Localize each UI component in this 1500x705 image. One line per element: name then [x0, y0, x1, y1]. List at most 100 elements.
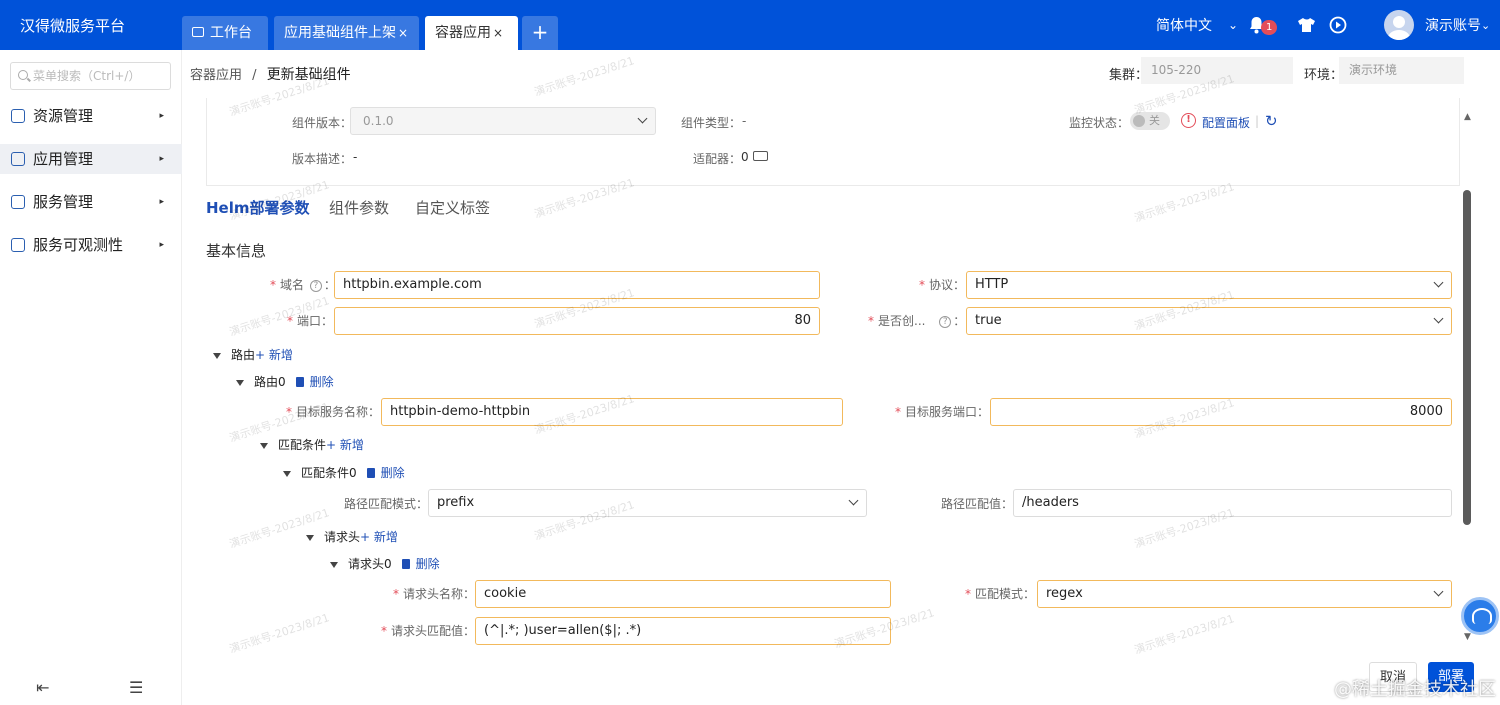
- tab-workbench[interactable]: 工作台: [182, 16, 268, 50]
- domain-input[interactable]: httpbin.example.com: [334, 271, 820, 299]
- delete-match0-button[interactable]: 删除: [366, 466, 405, 480]
- match-mode-label: * 匹配模式：: [965, 585, 1035, 602]
- delete-header0-button[interactable]: 删除: [401, 557, 440, 571]
- divider: |: [1255, 114, 1260, 128]
- sidebar-item-label: 应用管理: [33, 150, 94, 168]
- target-port-label: * 目标服务端口：: [895, 403, 989, 420]
- breadcrumb-sep: /: [252, 68, 257, 83]
- target-port-input[interactable]: 8000: [990, 398, 1452, 426]
- route0-label: 路由0: [254, 375, 286, 389]
- chevron-down-icon: ⌄: [1228, 18, 1239, 32]
- monitor-toggle[interactable]: 关: [1130, 112, 1170, 130]
- port-input[interactable]: 80: [334, 307, 820, 335]
- path-mode-value: prefix: [437, 495, 475, 510]
- user-menu[interactable]: 演示账号 ⌄: [1384, 0, 1490, 50]
- header-value-label: * 请求头匹配值：: [381, 622, 475, 639]
- support-chat-button[interactable]: [1461, 597, 1499, 635]
- footer-watermark: @稀土掘金技术社区: [1334, 679, 1496, 700]
- config-panel-link[interactable]: 配置面板: [1202, 114, 1250, 131]
- cube-icon: [11, 152, 25, 166]
- desktop-icon: [192, 27, 204, 37]
- routes-node[interactable]: 路由+ 新增: [213, 346, 293, 363]
- port-label-text: 端口：: [297, 314, 334, 328]
- sidebar-item-label: 服务管理: [33, 193, 94, 211]
- scroll-up-arrow[interactable]: ▲: [1464, 112, 1471, 122]
- sidebar-item-observability[interactable]: 服务可观测性 ▸: [0, 230, 182, 260]
- required-mark: *: [286, 405, 292, 419]
- match0-node[interactable]: 匹配条件0 删除: [283, 464, 405, 481]
- delete-label: 删除: [309, 375, 334, 389]
- close-icon[interactable]: ×: [398, 26, 408, 40]
- desc-value: -: [353, 150, 358, 164]
- sidebar-item-service[interactable]: 服务管理 ▸: [0, 187, 182, 217]
- vertical-scrollbar[interactable]: [1463, 190, 1471, 525]
- collapse-icon[interactable]: ⇤: [36, 678, 49, 697]
- path-value-label: 路径匹配值：: [941, 497, 1014, 511]
- caret-right-icon: ▸: [159, 154, 164, 164]
- language-select[interactable]: 简体中文 ⌄: [1156, 0, 1238, 50]
- chevron-down-icon: ⌄: [1481, 18, 1491, 32]
- cluster-field[interactable]: 105-220: [1141, 57, 1293, 84]
- headers-node[interactable]: 请求头+ 新增: [306, 528, 398, 545]
- tab-app-base-components[interactable]: 应用基础组件上架 ×: [274, 16, 419, 50]
- path-mode-select[interactable]: prefix: [428, 489, 867, 517]
- target-service-label: * 目标服务名称：: [286, 403, 380, 420]
- tab-container-app[interactable]: 容器应用 ×: [425, 16, 518, 50]
- match-mode-label-text: 匹配模式：: [975, 587, 1036, 601]
- header-value-input[interactable]: (^|.*; )user=allen($|; .*): [475, 617, 891, 645]
- match-mode-select[interactable]: regex: [1037, 580, 1452, 608]
- tab-custom-labels[interactable]: 自定义标签: [415, 197, 490, 218]
- sidebar-item-app[interactable]: 应用管理 ▸: [0, 144, 182, 174]
- delete-label: 删除: [380, 466, 405, 480]
- protocol-select[interactable]: HTTP: [966, 271, 1452, 299]
- domain-label: * 域名 ?：: [270, 276, 336, 293]
- headers-label: 请求头: [324, 530, 361, 544]
- comment-icon[interactable]: [753, 151, 768, 161]
- trash-icon: [401, 558, 410, 569]
- match0-label: 匹配条件0: [301, 466, 357, 480]
- refresh-icon[interactable]: ↻: [1265, 112, 1278, 130]
- close-icon[interactable]: ×: [493, 26, 503, 40]
- path-mode-label: 路径匹配模式：: [344, 497, 429, 511]
- document-icon[interactable]: ☰: [129, 678, 143, 697]
- match-label: 匹配条件: [278, 438, 327, 452]
- sidebar-item-resource[interactable]: 资源管理 ▸: [0, 101, 182, 131]
- required-mark: *: [270, 278, 276, 292]
- tab-label: 应用基础组件上架: [284, 25, 396, 41]
- help-icon[interactable]: ?: [939, 315, 952, 328]
- top-bar: 汉得微服务平台 工作台 应用基础组件上架 × 容器应用 × + 简体中文 ⌄ 1 演…: [0, 0, 1500, 50]
- breadcrumb: 容器应用 / 更新基础组件: [190, 64, 351, 84]
- create-label-text: 是否创...: [878, 314, 926, 328]
- watermark: 演示账号-2023/8/21: [532, 54, 636, 99]
- add-tab-button[interactable]: +: [522, 16, 558, 50]
- header0-node[interactable]: 请求头0 删除: [330, 555, 440, 572]
- breadcrumb-parent[interactable]: 容器应用: [190, 68, 242, 83]
- help-icon[interactable]: ?: [309, 279, 322, 292]
- route0-node[interactable]: 路由0 删除: [236, 373, 334, 390]
- version-select[interactable]: 0.1.0: [350, 107, 656, 135]
- shirt-icon[interactable]: [1297, 0, 1316, 50]
- target-service-input[interactable]: httpbin-demo-httpbin: [381, 398, 843, 426]
- menu-search-input[interactable]: 菜单搜索（Ctrl+/）: [10, 62, 171, 90]
- tab-component-params[interactable]: 组件参数: [329, 197, 389, 218]
- delete-route0-button[interactable]: 删除: [295, 375, 334, 389]
- play-circle-icon[interactable]: [1329, 0, 1347, 50]
- create-select[interactable]: true: [966, 307, 1452, 335]
- header-value-label-text: 请求头匹配值：: [391, 624, 476, 638]
- header-name-input[interactable]: cookie: [475, 580, 891, 608]
- protocol-value: HTTP: [975, 277, 1009, 292]
- caret-down-icon: [330, 561, 338, 568]
- trash-icon: [295, 376, 304, 387]
- env-field[interactable]: 演示环境: [1339, 57, 1464, 84]
- match-node[interactable]: 匹配条件+ 新增: [260, 436, 364, 453]
- add-match-button[interactable]: + 新增: [326, 438, 364, 452]
- add-route-button[interactable]: + 新增: [255, 348, 293, 362]
- scroll-down-arrow[interactable]: ▼: [1464, 632, 1471, 642]
- path-value-input[interactable]: /headers: [1013, 489, 1452, 517]
- add-header-button[interactable]: + 新增: [360, 530, 398, 544]
- caret-right-icon: ▸: [159, 240, 164, 250]
- port-label: * 端口：: [287, 312, 333, 329]
- tab-helm-params[interactable]: Helm部署参数: [206, 197, 310, 218]
- target-service-label-text: 目标服务名称：: [296, 405, 381, 419]
- caret-down-icon: [236, 379, 244, 386]
